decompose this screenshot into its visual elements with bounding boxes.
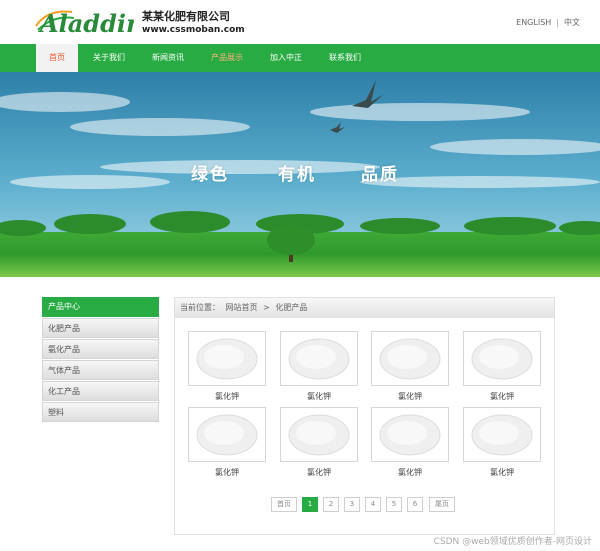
sidebar-item-plastic[interactable]: 塑料 bbox=[42, 402, 159, 422]
product-card[interactable]: 氯化钾 bbox=[188, 331, 266, 402]
pagination-last[interactable]: 尾页 bbox=[429, 497, 455, 512]
product-card[interactable]: 氯化钾 bbox=[371, 407, 449, 478]
product-image[interactable] bbox=[463, 407, 541, 462]
product-name[interactable]: 氯化钾 bbox=[280, 391, 358, 402]
product-name[interactable]: 氯化钾 bbox=[371, 391, 449, 402]
product-card[interactable]: 氯化钾 bbox=[280, 407, 358, 478]
pagination-page-5[interactable]: 5 bbox=[386, 497, 402, 512]
product-card[interactable]: 氯化钾 bbox=[463, 407, 541, 478]
pagination-page-1[interactable]: 1 bbox=[302, 497, 318, 512]
product-card[interactable]: 氯化钾 bbox=[371, 331, 449, 402]
site-logo[interactable]: Aladdin bbox=[34, 6, 143, 38]
slogan-green: 绿色 bbox=[191, 165, 229, 185]
sidebar-item-ammonia[interactable]: 氨化产品 bbox=[42, 339, 159, 359]
product-sidebar: 产品中心 化肥产品 氨化产品 气体产品 化工产品 塑料 bbox=[42, 297, 159, 422]
breadcrumb-prefix: 当前位置： bbox=[180, 303, 220, 312]
breadcrumb-separator: > bbox=[263, 303, 270, 312]
product-image[interactable] bbox=[463, 331, 541, 386]
product-image[interactable] bbox=[371, 331, 449, 386]
product-image[interactable] bbox=[188, 407, 266, 462]
lang-separator: | bbox=[556, 18, 559, 27]
nav-about[interactable]: 关于我们 bbox=[86, 44, 132, 72]
breadcrumb-current: 化肥产品 bbox=[275, 303, 308, 312]
product-card[interactable]: 氯化钾 bbox=[280, 331, 358, 402]
product-name[interactable]: 氯化钾 bbox=[371, 467, 449, 478]
product-panel: 当前位置： 网站首页 > 化肥产品 氯化钾 氯化钾 氯化钾 氯化钾 氯化钾 氯化… bbox=[174, 297, 555, 535]
hero-banner: 绿色 有机 品质 bbox=[0, 72, 600, 277]
language-switch: ENGLISH | 中文 bbox=[516, 17, 580, 28]
banner-slogans: 绿色 有机 品质 bbox=[0, 160, 600, 190]
pagination-page-2[interactable]: 2 bbox=[323, 497, 339, 512]
slogan-quality: 品质 bbox=[361, 165, 399, 185]
product-name[interactable]: 氯化钾 bbox=[463, 467, 541, 478]
logo-text: Aladdin bbox=[38, 9, 134, 36]
company-website: www.cssmoban.com bbox=[142, 25, 245, 35]
company-block: 某某化肥有限公司 www.cssmoban.com bbox=[142, 10, 245, 37]
pagination-first[interactable]: 首页 bbox=[271, 497, 297, 512]
nav-join[interactable]: 加入中正 bbox=[263, 44, 309, 72]
breadcrumb-home-link[interactable]: 网站首页 bbox=[226, 303, 258, 312]
nav-contact[interactable]: 联系我们 bbox=[322, 44, 368, 72]
pagination-page-4[interactable]: 4 bbox=[365, 497, 381, 512]
lang-english-link[interactable]: ENGLISH bbox=[516, 18, 551, 27]
pagination-page-6[interactable]: 6 bbox=[407, 497, 423, 512]
nav-products[interactable]: 产品展示 bbox=[204, 44, 250, 72]
breadcrumb: 当前位置： 网站首页 > 化肥产品 bbox=[175, 298, 554, 318]
nav-home[interactable]: 首页 bbox=[36, 44, 78, 72]
sidebar-item-fertilizer[interactable]: 化肥产品 bbox=[42, 318, 159, 338]
csdn-watermark: CSDN @web领域优质创作者-网页设计 bbox=[433, 537, 592, 547]
product-image[interactable] bbox=[280, 331, 358, 386]
product-card[interactable]: 氯化钾 bbox=[463, 331, 541, 402]
product-image[interactable] bbox=[188, 331, 266, 386]
pagination-page-3[interactable]: 3 bbox=[344, 497, 360, 512]
product-name[interactable]: 氯化钾 bbox=[188, 391, 266, 402]
product-name[interactable]: 氯化钾 bbox=[463, 391, 541, 402]
sidebar-item-chemical[interactable]: 化工产品 bbox=[42, 381, 159, 401]
slogan-organic: 有机 bbox=[278, 165, 316, 185]
nav-news[interactable]: 新闻资讯 bbox=[145, 44, 191, 72]
sidebar-item-gas[interactable]: 气体产品 bbox=[42, 360, 159, 380]
sidebar-title: 产品中心 bbox=[42, 297, 159, 317]
product-name[interactable]: 氯化钾 bbox=[188, 467, 266, 478]
product-image[interactable] bbox=[280, 407, 358, 462]
product-image[interactable] bbox=[371, 407, 449, 462]
site-header: Aladdin 某某化肥有限公司 www.cssmoban.com ENGLIS… bbox=[0, 0, 600, 44]
main-nav: 首页 关于我们 新闻资讯 产品展示 加入中正 联系我们 bbox=[0, 44, 600, 72]
company-name: 某某化肥有限公司 bbox=[142, 10, 230, 23]
product-card[interactable]: 氯化钾 bbox=[188, 407, 266, 478]
product-name[interactable]: 氯化钾 bbox=[280, 467, 358, 478]
lang-chinese-link[interactable]: 中文 bbox=[564, 17, 580, 28]
